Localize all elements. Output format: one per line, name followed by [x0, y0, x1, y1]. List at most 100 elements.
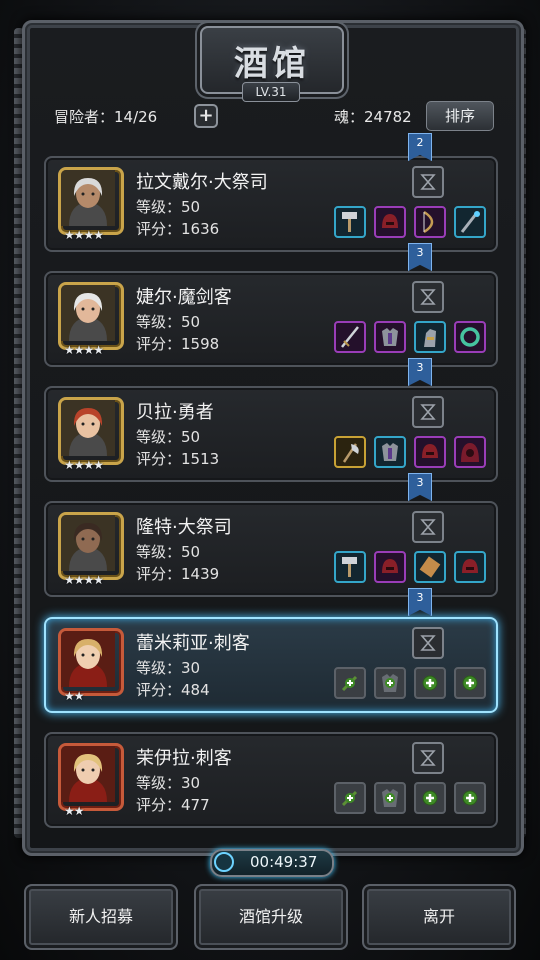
staff-equipment-slot[interactable]	[454, 206, 486, 238]
hourglass-icon[interactable]	[412, 627, 444, 659]
dagger-slot-equipment-slot[interactable]	[334, 667, 366, 699]
armor-slot-equipment-slot[interactable]	[374, 782, 406, 814]
hourglass-icon[interactable]	[412, 511, 444, 543]
refresh-timer: 00:49:37	[210, 849, 334, 877]
add-slot-icon	[462, 790, 478, 806]
leave-button[interactable]: 离开	[362, 884, 516, 950]
hero-level: 等级：30	[136, 659, 201, 677]
add-slot-icon	[422, 790, 438, 806]
helmet-equipment-slot[interactable]	[374, 551, 406, 583]
scroll-equipment-slot[interactable]	[414, 551, 446, 583]
hourglass-icon[interactable]	[412, 166, 444, 198]
hero-portrait[interactable]	[58, 743, 124, 811]
hammer-equipment-slot[interactable]	[334, 206, 366, 238]
hero-level: 等级：50	[136, 543, 201, 561]
clock-icon	[214, 852, 234, 872]
add-slot-equipment-slot[interactable]	[454, 667, 486, 699]
hero-portrait[interactable]	[58, 282, 124, 350]
hero-portrait[interactable]	[58, 167, 124, 235]
armor-icon	[382, 443, 398, 461]
page-title: 酒馆	[234, 43, 310, 84]
hero-portrait[interactable]	[58, 628, 124, 696]
gauntlet-equipment-slot[interactable]	[414, 321, 446, 353]
hammer-equipment-slot[interactable]	[334, 551, 366, 583]
helmet-equipment-slot[interactable]	[454, 551, 486, 583]
hero-score: 评分：1636	[136, 220, 220, 238]
helmet-equipment-slot[interactable]	[414, 436, 446, 468]
hero-level: 等级：50	[136, 313, 201, 331]
hero-card[interactable]: ★★ 茉伊拉·刺客 等级：30 评分：477	[44, 732, 498, 828]
hero-stars: ★★	[64, 689, 84, 703]
hero-card[interactable]: ★★ 蕾米莉亚·刺客 等级：30 评分：484	[44, 617, 498, 713]
hero-score: 评分：484	[136, 681, 210, 699]
recruit-button[interactable]: 新人招募	[24, 884, 178, 950]
armor-equipment-slot[interactable]	[374, 436, 406, 468]
soul-count: 魂：24782	[334, 108, 412, 126]
ring-equipment-slot[interactable]	[454, 321, 486, 353]
hero-stars: ★★	[64, 804, 84, 818]
hero-card[interactable]: ★★★★ 拉文戴尔·大祭司 等级：50 评分：1636	[44, 156, 498, 252]
hero-stars: ★★★★	[64, 343, 104, 357]
hero-portrait[interactable]	[58, 512, 124, 580]
hero-score: 评分：1598	[136, 335, 220, 353]
hero-score: 评分：1439	[136, 565, 220, 583]
add-slot-icon	[422, 675, 438, 691]
tavern-level-badge: LV.31	[242, 82, 300, 102]
hero-score: 评分：477	[136, 796, 210, 814]
add-slot-button[interactable]: +	[194, 104, 218, 128]
hammer-icon	[342, 557, 357, 577]
hero-stars: ★★★★	[64, 228, 104, 242]
armor-slot-equipment-slot[interactable]	[374, 667, 406, 699]
hero-portrait[interactable]	[58, 397, 124, 465]
hero-name: 贝拉·勇者	[136, 402, 214, 423]
armor-equipment-slot[interactable]	[374, 321, 406, 353]
hero-name: 婕尔·魔剑客	[136, 287, 232, 308]
adventurer-count: 冒险者：14/26	[54, 108, 158, 126]
armor-slot-icon	[382, 674, 398, 692]
hero-level: 等级：50	[136, 198, 201, 216]
hero-card[interactable]: ★★★★ 隆特·大祭司 等级：50 评分：1439	[44, 501, 498, 597]
hood-icon	[461, 443, 479, 462]
dagger-slot-equipment-slot[interactable]	[334, 782, 366, 814]
add-slot-icon	[462, 675, 478, 691]
bow-equipment-slot[interactable]	[414, 206, 446, 238]
armor-icon	[382, 328, 398, 346]
sword-equipment-slot[interactable]	[334, 321, 366, 353]
hourglass-icon[interactable]	[412, 396, 444, 428]
hero-score: 评分：1513	[136, 450, 220, 468]
hero-name: 茉伊拉·刺客	[136, 748, 232, 769]
helmet-icon	[462, 559, 478, 573]
helmet-equipment-slot[interactable]	[374, 206, 406, 238]
hero-stars: ★★★★	[64, 573, 104, 587]
hourglass-icon[interactable]	[412, 742, 444, 774]
dagger-slot-icon	[341, 790, 358, 807]
helmet-icon	[382, 559, 398, 573]
hero-stars: ★★★★	[64, 458, 104, 472]
add-slot-equipment-slot[interactable]	[414, 782, 446, 814]
hammer-icon	[342, 212, 357, 232]
hero-name: 蕾米莉亚·刺客	[136, 633, 250, 654]
hero-name: 隆特·大祭司	[136, 517, 232, 538]
axe-icon	[342, 443, 359, 463]
scroll-icon	[419, 556, 441, 578]
hero-name: 拉文戴尔·大祭司	[136, 172, 268, 193]
upgrade-tavern-button[interactable]: 酒馆升级	[194, 884, 348, 950]
hero-card[interactable]: ★★★★ 婕尔·魔剑客 等级：50 评分：1598	[44, 271, 498, 367]
timer-text: 00:49:37	[250, 853, 318, 871]
add-slot-equipment-slot[interactable]	[454, 782, 486, 814]
hood-equipment-slot[interactable]	[454, 436, 486, 468]
header-bar: 冒险者：14/26 + 魂：24782 排序	[44, 100, 496, 132]
sort-button[interactable]: 排序	[426, 101, 494, 131]
gauntlet-icon	[424, 329, 436, 347]
staff-icon	[460, 211, 480, 233]
sword-icon	[341, 326, 359, 348]
helmet-icon	[422, 444, 438, 458]
hero-card[interactable]: ★★★★ 贝拉·勇者 等级：50 评分：1513	[44, 386, 498, 482]
add-slot-equipment-slot[interactable]	[414, 667, 446, 699]
dagger-slot-icon	[341, 675, 358, 692]
helmet-icon	[382, 214, 398, 228]
hero-level: 等级：30	[136, 774, 201, 792]
hourglass-icon[interactable]	[412, 281, 444, 313]
axe-equipment-slot[interactable]	[334, 436, 366, 468]
ring-icon	[460, 327, 480, 347]
